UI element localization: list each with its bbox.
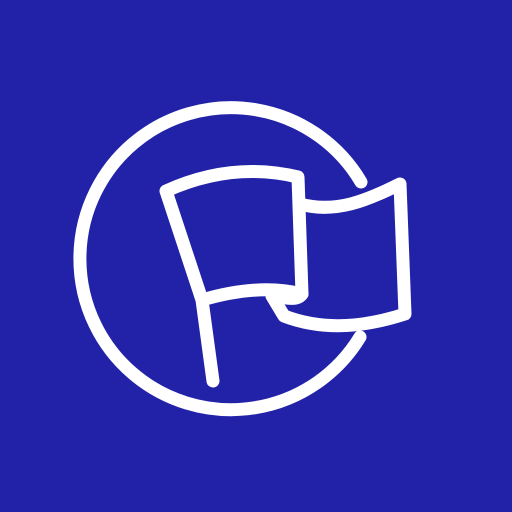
flag-in-circle-icon bbox=[0, 0, 512, 512]
app-icon bbox=[0, 0, 512, 512]
